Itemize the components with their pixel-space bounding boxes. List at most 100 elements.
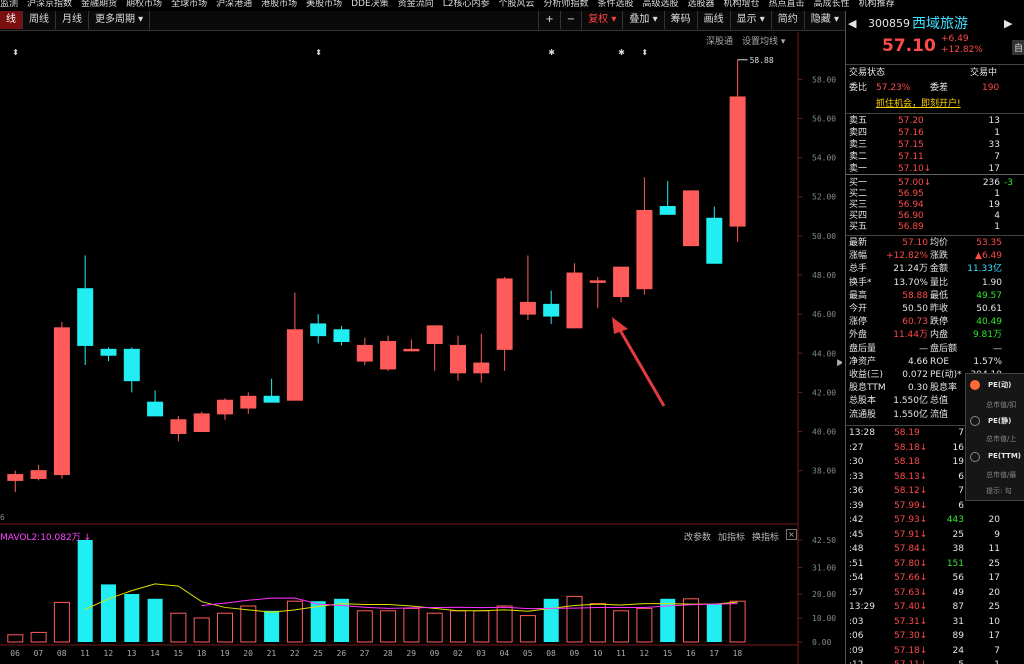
ask-row[interactable]: 卖三 57.15 33	[846, 139, 1024, 151]
candle-body[interactable]	[729, 96, 746, 227]
candle-body[interactable]	[77, 288, 94, 346]
candle-body[interactable]	[7, 474, 24, 481]
ma-settings-button[interactable]: 设置均线 ▾	[742, 34, 785, 47]
open-account-link[interactable]: 抓住机会，即刻开户!	[876, 98, 961, 110]
panel-collapse-icon[interactable]: ▶	[837, 358, 842, 368]
top-menu-item[interactable]: 沪深京指数	[27, 0, 72, 9]
top-menu-item[interactable]: 全球市场	[171, 0, 207, 9]
candle-body[interactable]	[356, 344, 373, 362]
top-menu-item[interactable]: 期权市场	[126, 0, 162, 9]
ask-row[interactable]: 卖五 57.20 13	[846, 115, 1024, 127]
candle-body[interactable]	[286, 329, 303, 401]
back-icon[interactable]: ◀	[848, 15, 856, 33]
radio-icon[interactable]	[970, 452, 980, 462]
top-menu-item[interactable]: 监测	[0, 0, 18, 9]
simple-button[interactable]: 简约	[770, 11, 804, 29]
candle-body[interactable]	[310, 323, 327, 337]
candle-body[interactable]	[170, 419, 187, 434]
ask-row[interactable]: 卖二 57.11 7	[846, 151, 1024, 163]
top-menu-item[interactable]: DDE决策	[351, 0, 389, 9]
candle-body[interactable]	[263, 395, 280, 403]
candle-body[interactable]	[683, 190, 699, 247]
top-menu-item[interactable]: 高成长性	[814, 0, 850, 9]
adjust-button[interactable]: 复权 ▾	[581, 11, 622, 29]
event-marker-icon[interactable]: ⬍	[641, 48, 648, 57]
period-week-button[interactable]: 周线	[23, 11, 56, 29]
top-menu-item[interactable]: 高级选股	[643, 0, 679, 9]
top-menu-item[interactable]: 沪深港通	[216, 0, 252, 9]
candle-body[interactable]	[333, 329, 350, 343]
period-day-button[interactable]: 线	[0, 11, 23, 29]
top-menu-item[interactable]: 分析师指数	[543, 0, 588, 9]
top-menu-item[interactable]: 美股市场	[306, 0, 342, 9]
close-icon[interactable]: ×	[786, 529, 797, 540]
volume-bar	[426, 612, 443, 643]
stat-value: 50.61	[976, 304, 1002, 314]
candle-body[interactable]	[100, 348, 117, 356]
chips-button[interactable]: 筹码	[663, 11, 697, 29]
candle-body[interactable]	[30, 470, 47, 479]
candle-body[interactable]	[636, 209, 653, 290]
side-button[interactable]: 自	[1012, 40, 1024, 55]
switch-indicator-button[interactable]: 换指标	[752, 530, 779, 543]
candle-body[interactable]	[240, 395, 257, 409]
annotation-arrowhead-icon	[612, 317, 628, 334]
candle-body[interactable]	[566, 272, 583, 329]
top-menu-item[interactable]: 金融期货	[81, 0, 117, 9]
y-tick-label: 50.00	[812, 232, 836, 241]
candle-body[interactable]	[543, 303, 560, 317]
top-menu-item[interactable]: 条件选股	[597, 0, 633, 9]
x-tick-label: 04	[500, 649, 510, 658]
candle-body[interactable]	[217, 399, 233, 415]
candle-body[interactable]	[147, 401, 164, 417]
candle-body[interactable]	[193, 413, 210, 433]
overlay-button[interactable]: 叠加 ▾	[622, 11, 663, 29]
top-menu-item[interactable]: 机构推荐	[859, 0, 895, 9]
top-menu-item[interactable]: 资金流向	[398, 0, 434, 9]
top-menu-item[interactable]: 选股器	[688, 0, 715, 9]
x-tick-label: 14	[150, 649, 160, 658]
candle-body[interactable]	[403, 348, 420, 352]
radio-icon[interactable]	[970, 416, 980, 426]
modify-params-button[interactable]: 改参数	[684, 530, 711, 543]
hide-button[interactable]: 隐藏 ▾	[803, 11, 845, 29]
bid-row[interactable]: 买五 56.89 1	[846, 221, 1024, 233]
candle-body[interactable]	[450, 344, 466, 374]
event-marker-icon[interactable]: ⬍	[315, 48, 322, 57]
next-icon[interactable]: ▶	[1004, 15, 1012, 33]
zoom-in-button[interactable]: +	[538, 11, 559, 29]
draw-line-button[interactable]: 画线	[696, 11, 730, 29]
kline-chart[interactable]: 58.00 56.00 54.00 52.00 50.00 48.00 46.00 44.00…	[0, 32, 842, 664]
candle-body[interactable]	[380, 341, 397, 370]
period-month-button[interactable]: 月线	[56, 11, 89, 29]
candle-body[interactable]	[53, 327, 70, 476]
top-menu-item[interactable]: 热点直击	[769, 0, 805, 9]
more-periods-button[interactable]: 更多周期 ▾	[89, 11, 151, 29]
event-marker-icon[interactable]: ✱	[548, 48, 555, 57]
event-marker-icon[interactable]: ⬍	[12, 48, 19, 57]
add-indicator-button[interactable]: 加指标	[718, 530, 745, 543]
candle-body[interactable]	[706, 217, 723, 264]
candle-body[interactable]	[426, 325, 443, 344]
candle-body[interactable]	[496, 278, 513, 350]
top-menu-item[interactable]: 机构增仓	[724, 0, 760, 9]
candle-body[interactable]	[123, 348, 140, 382]
pe-ttm-option[interactable]: PE(TTM) 总市值/最	[966, 450, 1024, 486]
top-menu-item[interactable]: 个股风云	[498, 0, 534, 9]
candle-body[interactable]	[473, 362, 490, 374]
event-marker-icon[interactable]: ✱	[618, 48, 625, 57]
pe-static-option[interactable]: PE(静) 总市值/上	[966, 414, 1024, 450]
top-menu-item[interactable]: 港股市场	[261, 0, 297, 9]
candle-body[interactable]	[659, 206, 676, 215]
pe-dynamic-option[interactable]: PE(动) 总市值/扣	[966, 378, 1024, 414]
display-button[interactable]: 显示 ▾	[729, 11, 771, 29]
radio-icon[interactable]	[970, 380, 980, 390]
tick-price: 57.93↓	[894, 515, 928, 525]
top-menu-item[interactable]: L2核心内参	[443, 0, 490, 9]
kline-svg[interactable]: 58.00 56.00 54.00 52.00 50.00 48.00 46.00 44.00…	[0, 32, 842, 664]
candle-body[interactable]	[613, 266, 630, 298]
candle-body[interactable]	[589, 280, 606, 283]
ask-row[interactable]: 卖四 57.16 1	[846, 127, 1024, 139]
zoom-out-button[interactable]: −	[559, 11, 581, 29]
candle-body[interactable]	[519, 301, 536, 315]
